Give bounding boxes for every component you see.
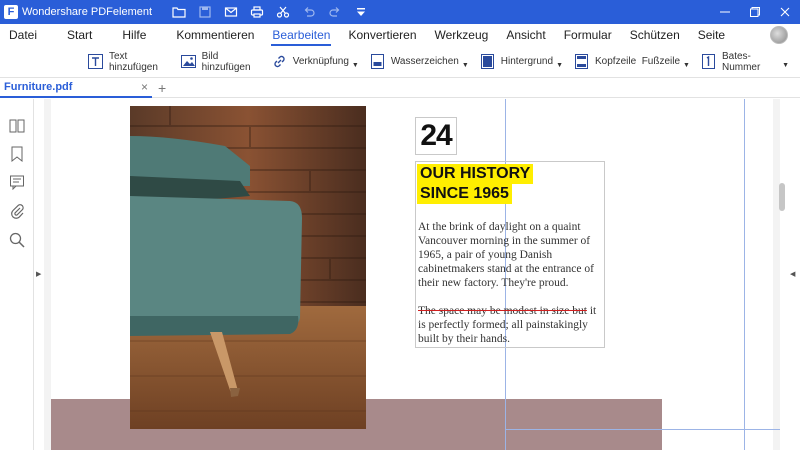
watermark-button[interactable]: Wasserzeichen ▼ xyxy=(370,50,469,74)
heading-line-1[interactable]: OUR HISTORY xyxy=(417,164,534,184)
sofa-photo[interactable] xyxy=(130,106,366,429)
menu-seite[interactable]: Seite xyxy=(689,24,734,46)
paragraph-1[interactable]: At the brink of daylight on a quaint Van… xyxy=(418,220,604,290)
text-box-icon xyxy=(88,54,103,69)
app-name: Wondershare PDFelement xyxy=(22,6,153,18)
menu-hilfe[interactable]: Hilfe xyxy=(113,24,155,46)
watermark-icon xyxy=(370,54,385,69)
search-icon[interactable] xyxy=(9,232,25,248)
editable-text-box[interactable]: OUR HISTORY SINCE 1965 At the brink of d… xyxy=(415,161,605,348)
image-icon xyxy=(180,54,196,69)
background-button[interactable]: Hintergrund ▼ xyxy=(480,50,563,74)
mail-icon[interactable] xyxy=(218,0,244,24)
add-image-button[interactable]: Bild hinzufügen xyxy=(180,50,261,74)
left-sidebar xyxy=(0,99,34,450)
document-canvas[interactable]: 24 OUR HISTORY SINCE 1965 At the brink o… xyxy=(44,99,780,450)
collapse-left-panel-icon[interactable]: ▶ xyxy=(36,270,41,278)
app-logo-icon: F xyxy=(4,5,18,19)
title-bar: F Wondershare PDFelement xyxy=(0,0,800,24)
menu-ansicht[interactable]: Ansicht xyxy=(497,24,554,46)
comment-icon[interactable] xyxy=(9,174,25,190)
chevron-down-icon: ▼ xyxy=(683,62,690,69)
bookmark-icon[interactable] xyxy=(9,146,25,162)
layout-guide-vertical xyxy=(744,99,745,450)
menu-konvertieren[interactable]: Konvertieren xyxy=(339,24,425,46)
minimize-icon[interactable] xyxy=(710,0,740,24)
print-icon[interactable] xyxy=(244,0,270,24)
avatar[interactable] xyxy=(770,26,788,44)
add-text-button[interactable]: Text hinzufügen xyxy=(88,50,170,74)
chevron-down-icon: ▼ xyxy=(782,62,789,69)
chevron-down-icon: ▼ xyxy=(556,62,563,69)
menu-bar: Datei Start Hilfe Kommentieren Bearbeite… xyxy=(0,24,800,46)
edit-toolbar: Text hinzufügen Bild hinzufügen Verknüpf… xyxy=(0,46,800,78)
link-icon xyxy=(272,54,287,69)
scissors-icon[interactable] xyxy=(270,0,296,24)
chevron-down-icon: ▼ xyxy=(351,62,359,69)
redo-icon[interactable] xyxy=(322,0,348,24)
attachment-icon[interactable] xyxy=(9,203,25,219)
maximize-icon[interactable] xyxy=(740,0,770,24)
pdf-page[interactable]: 24 OUR HISTORY SINCE 1965 At the brink o… xyxy=(51,99,780,450)
menu-start[interactable]: Start xyxy=(58,24,101,46)
header-footer-button[interactable]: Kopfzeile Fußzeile ▼ xyxy=(574,50,690,74)
add-tab-icon[interactable]: + xyxy=(158,80,166,96)
menu-kommentieren[interactable]: Kommentieren xyxy=(167,24,263,46)
page-number-text[interactable]: 24 xyxy=(415,117,457,155)
menu-datei[interactable]: Datei xyxy=(0,24,46,46)
background-icon xyxy=(480,54,495,69)
heading-line-2[interactable]: SINCE 1965 xyxy=(417,184,512,204)
body-text[interactable]: At the brink of daylight on a quaint Van… xyxy=(418,220,604,360)
header-footer-icon xyxy=(574,54,589,69)
close-icon[interactable] xyxy=(770,0,800,24)
thumbnails-icon[interactable] xyxy=(9,118,25,134)
paragraph-2[interactable]: The space may be modest in size but it i… xyxy=(418,304,604,346)
bates-number-icon xyxy=(701,54,716,69)
menu-werkzeug[interactable]: Werkzeug xyxy=(426,24,498,46)
layout-guide-horizontal xyxy=(505,429,780,430)
bates-number-button[interactable]: Bates-Nummer ▼ xyxy=(701,50,789,74)
undo-icon[interactable] xyxy=(296,0,322,24)
struck-text[interactable]: The space may be modest in size but xyxy=(418,305,587,317)
tab-furniture-pdf[interactable]: Furniture.pdf × xyxy=(0,78,152,98)
document-tab-bar: Furniture.pdf × + xyxy=(0,78,800,98)
quick-access-toolbar xyxy=(166,0,374,24)
save-icon[interactable] xyxy=(192,0,218,24)
folder-icon[interactable] xyxy=(166,0,192,24)
menu-formular[interactable]: Formular xyxy=(555,24,621,46)
menu-schuetzen[interactable]: Schützen xyxy=(621,24,689,46)
close-tab-icon[interactable]: × xyxy=(141,80,148,94)
customize-icon[interactable] xyxy=(348,0,374,24)
chevron-down-icon: ▼ xyxy=(461,62,469,69)
vertical-scrollbar[interactable] xyxy=(779,183,785,211)
collapse-right-panel-icon[interactable]: ◀ xyxy=(790,270,795,278)
link-button[interactable]: Verknüpfung ▼ xyxy=(272,50,359,74)
menu-bearbeiten[interactable]: Bearbeiten xyxy=(263,24,339,46)
